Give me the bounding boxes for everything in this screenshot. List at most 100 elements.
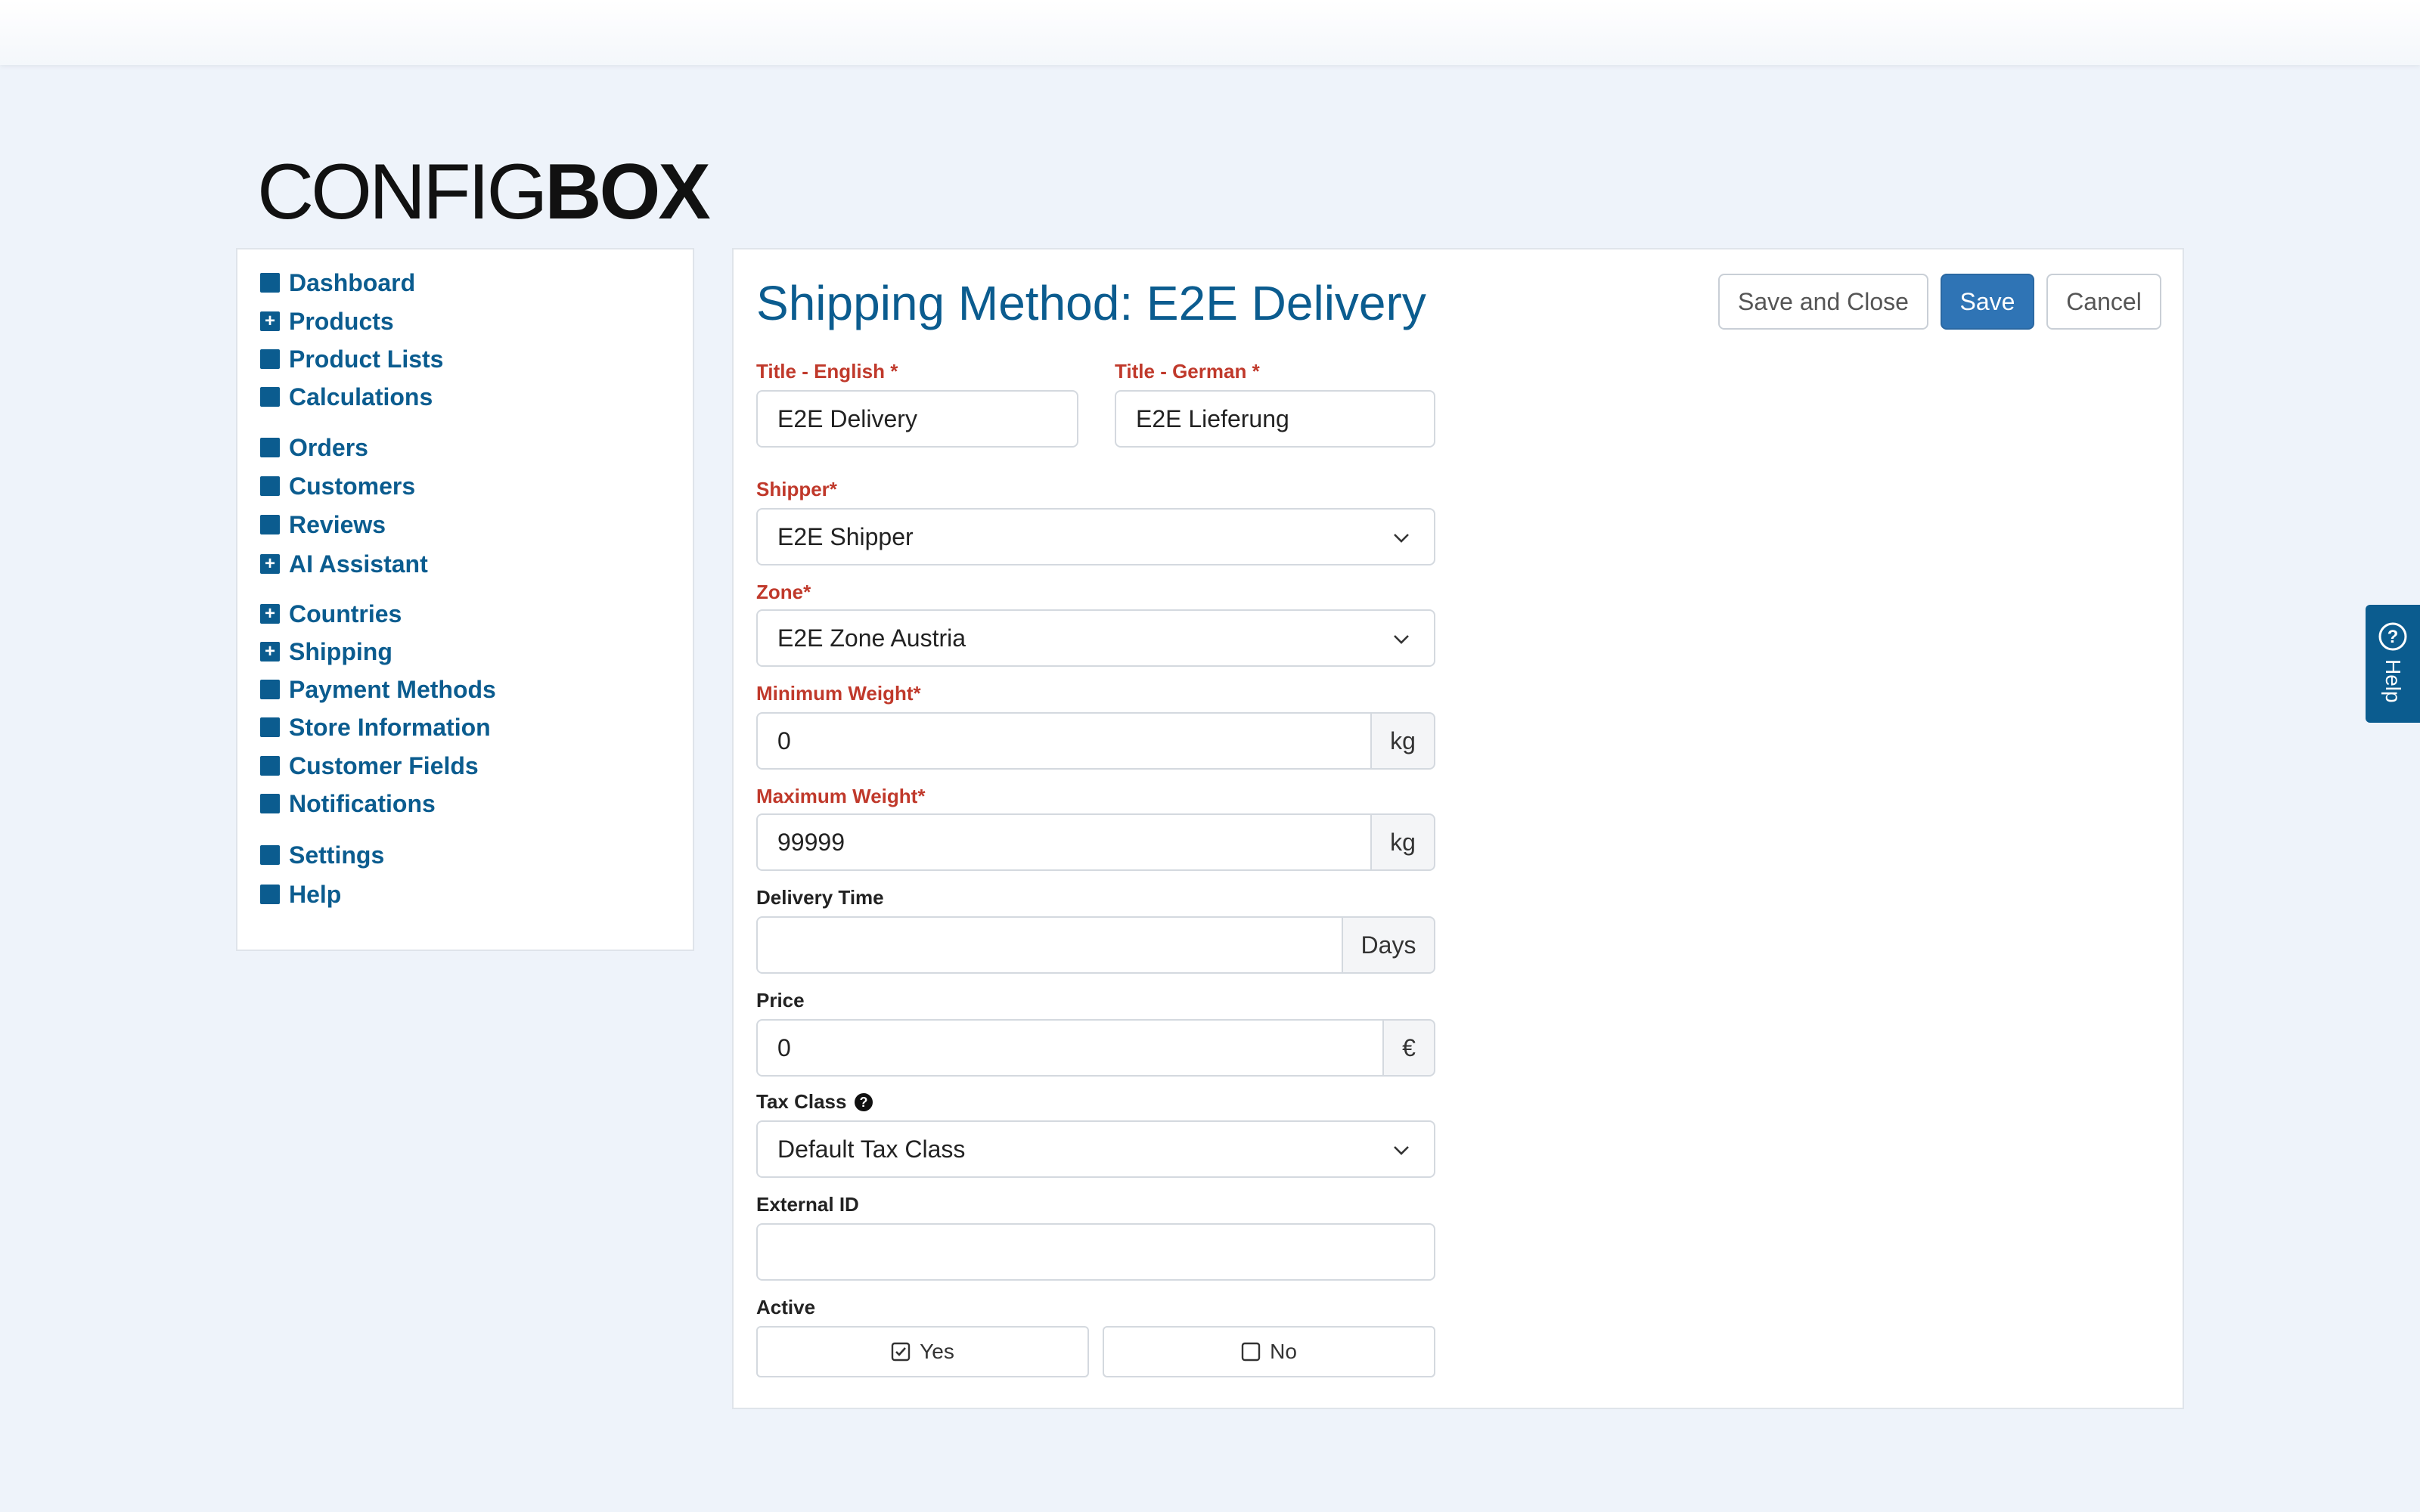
delivery-time-unit: Days bbox=[1343, 916, 1435, 974]
sidebar-item-label: Orders bbox=[289, 433, 368, 461]
square-icon bbox=[260, 794, 280, 813]
minimum-weight-unit: kg bbox=[1372, 712, 1435, 770]
sidebar-item-reviews[interactable]: Reviews bbox=[260, 510, 386, 540]
sidebar-item-store-information[interactable]: Store Information bbox=[260, 712, 491, 742]
sidebar-item-products[interactable]: + Products bbox=[260, 306, 394, 336]
square-icon bbox=[260, 845, 280, 865]
sidebar-item-label: Payment Methods bbox=[289, 675, 496, 703]
sidebar-item-help[interactable]: Help bbox=[260, 879, 341, 909]
sidebar-item-label: Customers bbox=[289, 472, 416, 500]
sidebar-item-label: Products bbox=[289, 307, 394, 335]
plus-square-icon: + bbox=[260, 642, 280, 662]
configbox-logo: CONFIG BOX bbox=[257, 148, 711, 236]
svg-text:?: ? bbox=[860, 1095, 868, 1110]
shipper-label: Shipper* bbox=[756, 478, 837, 500]
active-yes-label: Yes bbox=[920, 1340, 954, 1363]
shipper-select[interactable]: E2E Shipper bbox=[756, 508, 1435, 565]
square-icon bbox=[260, 438, 280, 457]
active-yes-toggle[interactable]: Yes bbox=[756, 1326, 1089, 1377]
price-input[interactable]: 0 bbox=[756, 1019, 1384, 1077]
square-icon bbox=[260, 756, 280, 776]
sidebar-item-settings[interactable]: Settings bbox=[260, 840, 384, 870]
sidebar-item-payment-methods[interactable]: Payment Methods bbox=[260, 674, 496, 705]
square-icon bbox=[260, 387, 280, 407]
sidebar-item-label: Customer Fields bbox=[289, 751, 479, 779]
edit-panel: Shipping Method: E2E Delivery Save and C… bbox=[732, 248, 2184, 1409]
sidebar-item-label: Reviews bbox=[289, 510, 386, 538]
help-side-tab[interactable]: ? Help bbox=[2366, 605, 2420, 723]
sidebar-item-customer-fields[interactable]: Customer Fields bbox=[260, 751, 479, 781]
external-id-label: External ID bbox=[756, 1193, 859, 1216]
sidebar-item-customers[interactable]: Customers bbox=[260, 471, 415, 501]
sidebar-item-label: Settings bbox=[289, 841, 385, 869]
square-icon bbox=[260, 717, 280, 737]
sidebar-item-label: Shipping bbox=[289, 637, 392, 665]
checkbox-checked-icon bbox=[891, 1342, 911, 1362]
maximum-weight-input[interactable]: 99999 bbox=[756, 813, 1372, 871]
svg-text:?: ? bbox=[2387, 627, 2399, 647]
save-and-close-button[interactable]: Save and Close bbox=[1718, 274, 1928, 330]
sidebar: Dashboard + Products Product Lists Calcu… bbox=[236, 248, 694, 951]
delivery-time-label: Delivery Time bbox=[756, 886, 884, 909]
square-icon bbox=[260, 273, 280, 293]
tax-class-select[interactable]: Default Tax Class bbox=[756, 1120, 1435, 1178]
sidebar-item-label: Dashboard bbox=[289, 268, 416, 296]
sidebar-item-dashboard[interactable]: Dashboard bbox=[260, 268, 415, 298]
title-german-input[interactable]: E2E Lieferung bbox=[1115, 390, 1435, 448]
logo-light-text: CONFIG bbox=[257, 148, 548, 236]
sidebar-item-shipping[interactable]: + Shipping bbox=[260, 637, 392, 667]
plus-square-icon: + bbox=[260, 554, 280, 574]
price-label: Price bbox=[756, 989, 805, 1012]
title-english-label: Title - English * bbox=[756, 360, 898, 383]
sidebar-item-product-lists[interactable]: Product Lists bbox=[260, 344, 443, 374]
active-label: Active bbox=[756, 1296, 816, 1318]
minimum-weight-label: Minimum Weight* bbox=[756, 682, 921, 705]
chevron-down-icon bbox=[1394, 635, 1409, 644]
sidebar-item-orders[interactable]: Orders bbox=[260, 432, 368, 463]
sidebar-item-countries[interactable]: + Countries bbox=[260, 599, 402, 629]
square-icon bbox=[260, 680, 280, 699]
maximum-weight-label: Maximum Weight* bbox=[756, 785, 926, 807]
help-circle-icon: ? bbox=[2378, 622, 2407, 651]
maximum-weight-unit: kg bbox=[1372, 813, 1435, 871]
sidebar-item-ai-assistant[interactable]: + AI Assistant bbox=[260, 549, 428, 579]
square-icon bbox=[260, 885, 280, 904]
minimum-weight-input[interactable]: 0 bbox=[756, 712, 1372, 770]
zone-select[interactable]: E2E Zone Austria bbox=[756, 609, 1435, 667]
chevron-down-icon bbox=[1394, 534, 1409, 543]
sidebar-item-label: AI Assistant bbox=[289, 550, 428, 578]
cancel-button[interactable]: Cancel bbox=[2046, 274, 2161, 330]
sidebar-item-label: Calculations bbox=[289, 383, 433, 411]
active-no-label: No bbox=[1270, 1340, 1297, 1363]
tax-class-label: Tax Class bbox=[756, 1090, 847, 1113]
square-icon bbox=[260, 515, 280, 534]
sidebar-item-label: Store Information bbox=[289, 713, 491, 741]
chevron-down-icon bbox=[1394, 1146, 1409, 1155]
active-no-toggle[interactable]: No bbox=[1103, 1326, 1435, 1377]
sidebar-item-label: Product Lists bbox=[289, 345, 444, 373]
shipper-selected-value: E2E Shipper bbox=[777, 522, 914, 550]
delivery-time-input[interactable] bbox=[756, 916, 1343, 974]
sidebar-item-calculations[interactable]: Calculations bbox=[260, 382, 433, 412]
page-title: Shipping Method: E2E Delivery bbox=[756, 276, 1426, 330]
save-button[interactable]: Save bbox=[1941, 274, 2034, 330]
plus-square-icon: + bbox=[260, 311, 280, 331]
sidebar-item-label: Help bbox=[289, 880, 342, 908]
help-tab-label: Help bbox=[2381, 659, 2405, 703]
plus-square-icon: + bbox=[260, 604, 280, 624]
tax-class-label-row: Tax Class ? bbox=[756, 1090, 873, 1114]
square-icon bbox=[260, 349, 280, 369]
title-german-label: Title - German * bbox=[1115, 360, 1260, 383]
zone-selected-value: E2E Zone Austria bbox=[777, 624, 966, 652]
zone-label: Zone* bbox=[756, 581, 811, 603]
sidebar-item-notifications[interactable]: Notifications bbox=[260, 789, 436, 819]
top-bar bbox=[0, 0, 2420, 65]
external-id-input[interactable] bbox=[756, 1223, 1435, 1281]
price-currency: € bbox=[1384, 1019, 1435, 1077]
checkbox-empty-icon bbox=[1241, 1342, 1261, 1362]
title-english-input[interactable]: E2E Delivery bbox=[756, 390, 1078, 448]
sidebar-item-label: Notifications bbox=[289, 789, 436, 817]
tax-class-selected-value: Default Tax Class bbox=[777, 1135, 966, 1163]
sidebar-item-label: Countries bbox=[289, 600, 402, 627]
question-circle-icon[interactable]: ? bbox=[854, 1092, 873, 1112]
